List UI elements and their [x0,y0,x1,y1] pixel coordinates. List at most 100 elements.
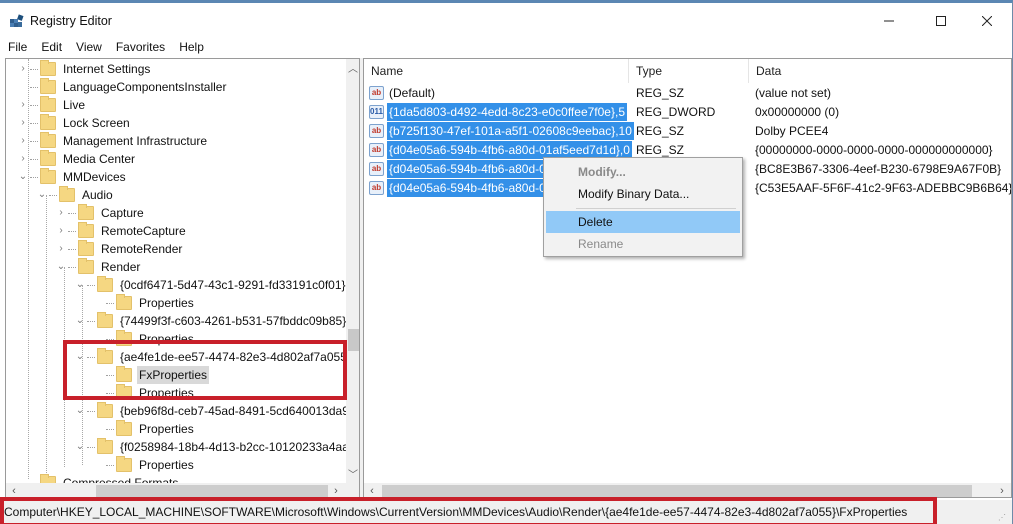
tree-item-label: Lock Screen [63,116,130,130]
expand-chevron-icon[interactable]: › [56,240,66,258]
address-bar[interactable]: Computer\HKEY_LOCAL_MACHINE\SOFTWARE\Mic… [0,500,1012,524]
collapse-chevron-icon[interactable]: ⌄ [75,276,85,294]
scroll-right-icon[interactable]: › [994,483,1010,497]
tree-item[interactable]: LanguageComponentsInstaller [18,78,228,96]
folder-icon [59,186,75,202]
registry-key-tree[interactable]: › Internet Settings LanguageComponentsInst… [5,58,359,498]
tree-item-label: {ae4fe1de-ee57-4474-82e3-4d802af7a055} [120,350,351,364]
scroll-up-icon[interactable]: ︿ [346,59,359,75]
list-horizontal-scroll-thumb[interactable] [382,485,972,497]
tree-item[interactable]: ⌄ {f0258984-18b4-4d13-b2cc-10120233a4aa} [75,438,355,456]
value-type: REG_SZ [636,124,685,138]
value-name-cell: ab {b725f130-47ef-101a-a5f1-02608c9eebac}… [369,122,634,140]
collapse-chevron-icon[interactable]: ⌄ [37,186,47,204]
collapse-chevron-icon[interactable]: ⌄ [75,312,85,330]
context-menu-modify[interactable]: Modify... [546,161,740,183]
maximize-icon [936,16,946,26]
tree-item-label: FxProperties [137,366,210,384]
tree-connector [106,338,114,340]
tree-item[interactable]: › Capture [56,204,146,222]
tree-horizontal-scroll-thumb[interactable] [96,485,328,497]
tree-item-label: RemoteCapture [101,224,186,238]
list-horizontal-scrollbar[interactable]: ‹ › [364,483,1011,497]
tree-item[interactable]: › RemoteCapture [56,222,188,240]
context-menu-delete[interactable]: Delete [546,211,740,233]
tree-item[interactable]: Properties [94,420,196,438]
menu-file[interactable]: File [0,37,33,57]
expand-chevron-icon[interactable]: › [18,96,28,114]
tree-item[interactable]: Properties [94,330,196,348]
tree-item[interactable]: Properties [94,456,196,474]
column-header-data[interactable]: Data [749,59,1011,83]
menu-view[interactable]: View [68,37,108,57]
tree-item[interactable]: › Live [18,96,87,114]
folder-icon [40,96,56,112]
value-name-cell: ab (Default) [369,84,437,102]
scroll-left-icon[interactable]: ‹ [6,483,22,497]
collapse-chevron-icon[interactable]: ⌄ [75,348,85,366]
tree-item[interactable]: ⌄ {0cdf6471-5d47-43c1-9291-fd33191c0f01} [75,276,348,294]
registry-value-row[interactable]: 011 {1da5d803-d492-4edd-8c23-e0c0ffee7f0e… [364,103,1011,121]
tree-item[interactable]: ⌄ {74499f3f-c603-4261-b531-57fbddc09b85} [75,312,348,330]
expand-chevron-icon[interactable]: › [18,132,28,150]
menu-edit[interactable]: Edit [33,37,68,57]
tree-item-label: Properties [139,458,194,472]
tree-connector [68,248,76,250]
registry-values-list[interactable]: Name Type Data ab (Default) REG_SZ (value n… [364,58,1012,498]
registry-value-row[interactable]: ab (Default) REG_SZ (value not set) [364,84,1011,102]
tree-item[interactable]: Properties [94,384,196,402]
registry-value-row[interactable]: ab {b725f130-47ef-101a-a5f1-02608c9eebac}… [364,122,1011,140]
tree-item[interactable]: ⌄ Audio [37,186,115,204]
address-path[interactable]: Computer\HKEY_LOCAL_MACHINE\SOFTWARE\Mic… [4,505,907,519]
tree-vertical-scrollbar[interactable]: ︿ ﹀ [346,59,359,483]
tree-item-label: Properties [139,332,194,346]
resize-grip-icon[interactable]: ⋰ [998,513,1008,523]
expand-chevron-icon[interactable]: › [18,150,28,168]
tree-item[interactable]: ⌄ MMDevices [18,168,128,186]
tree-item-label: {beb96f8d-ceb7-45ad-8491-5cd640013da9} [120,404,353,418]
expand-chevron-icon[interactable]: › [18,60,28,78]
expand-chevron-icon[interactable]: › [56,204,66,222]
folder-icon [97,402,113,418]
tree-item[interactable]: ⌄ {ae4fe1de-ee57-4474-82e3-4d802af7a055} [75,348,353,366]
tree-horizontal-scrollbar[interactable]: ‹ › [6,483,359,497]
expand-chevron-icon[interactable]: › [18,114,28,132]
tree-item[interactable]: › Management Infrastructure [18,132,209,150]
menu-favorites[interactable]: Favorites [108,37,171,57]
tree-item[interactable]: › RemoteRender [56,240,184,258]
tree-item[interactable]: › Media Center [18,150,137,168]
collapse-chevron-icon[interactable]: ⌄ [75,402,85,420]
tree-item[interactable]: Properties [94,294,196,312]
tree-vertical-scroll-thumb[interactable] [348,329,359,351]
tree-connector [68,266,76,268]
menu-help[interactable]: Help [171,37,210,57]
minimize-button[interactable] [866,6,912,36]
column-header-name[interactable]: Name [364,59,629,83]
scroll-right-icon[interactable]: › [328,483,344,497]
tree-item[interactable]: › Lock Screen [18,114,132,132]
context-menu-modify-binary-data[interactable]: Modify Binary Data... [546,183,740,205]
tree-guide-line [64,267,65,467]
collapse-chevron-icon[interactable]: ⌄ [56,258,66,276]
tree-item[interactable]: ⌄ Render [56,258,142,276]
close-icon [982,16,992,26]
context-menu-rename[interactable]: Rename [546,233,740,255]
folder-icon [116,384,132,400]
collapse-chevron-icon[interactable]: ⌄ [75,438,85,456]
tree-item[interactable]: FxProperties [94,366,210,384]
close-button[interactable] [964,6,1010,36]
folder-icon [78,204,94,220]
scroll-left-icon[interactable]: ‹ [364,483,380,497]
tree-item-label: {f0258984-18b4-4d13-b2cc-10120233a4aa} [120,440,353,454]
tree-connector [94,366,104,384]
tree-connector [30,104,38,106]
expand-chevron-icon[interactable]: › [56,222,66,240]
maximize-button[interactable] [918,6,964,36]
tree-item[interactable]: ⌄ {beb96f8d-ceb7-45ad-8491-5cd640013da9} [75,402,355,420]
scroll-down-icon[interactable]: ﹀ [346,465,359,481]
folder-icon [116,294,132,310]
tree-item[interactable]: › Internet Settings [18,60,152,78]
column-header-type[interactable]: Type [629,59,749,83]
collapse-chevron-icon[interactable]: ⌄ [18,168,28,186]
tree-connector [87,446,95,448]
